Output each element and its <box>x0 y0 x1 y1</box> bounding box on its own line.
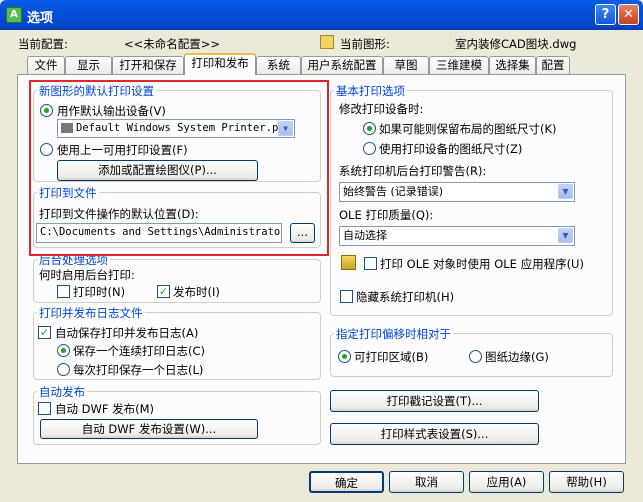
general-plot-title: 基本打印选项 <box>334 83 407 99</box>
tab-open-save[interactable]: 打开和保存 <box>112 56 184 74</box>
current-drawing-value: 室内装修CAD图块.dwg <box>455 37 577 51</box>
plot-style-settings-button[interactable]: 打印样式表设置(S)... <box>330 423 539 445</box>
auto-save-log-label: 自动保存打印并发布日志(A) <box>55 326 199 340</box>
autocad-icon: A <box>6 7 22 23</box>
browse-button[interactable]: ... <box>290 223 315 243</box>
ole-quality-value: 自动选择 <box>343 229 387 242</box>
use-last-plot-radio[interactable] <box>40 143 53 156</box>
background-publishing-checkbox[interactable]: ✓ <box>157 285 170 298</box>
paper-edge-label: 图纸边缘(G) <box>485 350 549 364</box>
hide-printers-label: 隐藏系统打印机(H) <box>356 290 455 304</box>
cancel-button[interactable]: 取消 <box>389 471 464 493</box>
auto-dwf-settings-button[interactable]: 自动 DWF 发布设置(W)... <box>40 419 258 439</box>
ole-app-checkbox[interactable] <box>364 257 377 270</box>
tab-display[interactable]: 显示 <box>65 56 112 74</box>
chevron-down-icon: ▼ <box>278 121 293 136</box>
use-device-size-radio[interactable] <box>363 142 376 155</box>
use-default-device-label: 用作默认输出设备(V) <box>57 104 166 118</box>
ole-quality-label: OLE 打印质量(Q): <box>339 208 434 222</box>
tab-drafting[interactable]: 草图 <box>383 56 429 74</box>
drawing-icon <box>320 35 334 49</box>
printer-icon <box>61 123 73 133</box>
auto-dwf-checkbox[interactable] <box>38 402 51 415</box>
continuous-log-label: 保存一个连续打印日志(C) <box>73 344 206 358</box>
tab-user-preferences[interactable]: 用户系统配置 <box>301 56 383 74</box>
tab-files[interactable]: 文件 <box>27 56 65 74</box>
auto-dwf-label: 自动 DWF 发布(M) <box>55 402 155 416</box>
plot-to-file-location-label: 打印到文件操作的默认位置(D): <box>39 207 199 221</box>
tab-system[interactable]: 系统 <box>256 56 301 74</box>
apply-button[interactable]: 应用(A) <box>469 471 544 493</box>
close-button[interactable]: ✕ <box>618 4 639 25</box>
continuous-log-radio[interactable] <box>57 344 70 357</box>
plot-to-file-title: 打印到文件 <box>37 185 99 201</box>
ole-app-label: 打印 OLE 对象时使用 OLE 应用程序(U) <box>380 257 584 271</box>
help-title-button[interactable]: ? <box>595 4 616 25</box>
ok-button[interactable]: 确定 <box>309 471 384 493</box>
ole-quality-select[interactable]: 自动选择 ▼ <box>339 226 575 246</box>
use-last-plot-label: 使用上一可用打印设置(F) <box>57 143 188 157</box>
ole-object-icon <box>341 255 356 270</box>
current-profile-value: <<未命名配置>> <box>124 37 221 51</box>
title-bar[interactable] <box>0 0 643 30</box>
spooler-alert-value: 始终警告 (记录错误) <box>343 185 444 198</box>
keep-layout-size-label: 如果可能则保留布局的图纸尺寸(K) <box>379 122 557 136</box>
tab-profiles[interactable]: 配置 <box>536 56 570 74</box>
plot-stamp-settings-button[interactable]: 打印戳记设置(T)... <box>330 390 539 412</box>
background-title: 后台处理选项 <box>37 252 110 268</box>
output-device-value: Default Windows System Printer.pc3 <box>76 122 291 134</box>
change-device-label: 修改打印设备时: <box>339 102 424 116</box>
tab-3d-modeling[interactable]: 三维建模 <box>429 56 489 74</box>
per-plot-log-radio[interactable] <box>57 363 70 376</box>
hide-printers-checkbox[interactable] <box>340 290 353 303</box>
spooler-alert-label: 系统打印机后台打印警告(R): <box>339 164 487 178</box>
default-plot-title: 新图形的默认打印设置 <box>37 83 156 99</box>
use-device-size-label: 使用打印设备的图纸尺寸(Z) <box>379 142 523 156</box>
background-plotting-checkbox[interactable] <box>57 285 70 298</box>
printable-area-label: 可打印区域(B) <box>354 350 429 364</box>
plot-to-file-location-input[interactable]: C:\Documents and Settings\Administrator\ <box>36 223 282 243</box>
chevron-down-icon: ▼ <box>558 184 573 199</box>
chevron-down-icon: ▼ <box>558 228 573 243</box>
background-when-label: 何时启用后台打印: <box>39 268 135 282</box>
keep-layout-size-radio[interactable] <box>363 122 376 135</box>
help-button[interactable]: 帮助(H) <box>549 471 624 493</box>
use-default-device-radio[interactable] <box>40 104 53 117</box>
tab-selection[interactable]: 选择集 <box>489 56 536 74</box>
output-device-select[interactable]: Default Windows System Printer.pc3 ▼ <box>57 119 295 138</box>
auto-publish-title: 自动发布 <box>37 384 87 400</box>
plot-offset-title: 指定打印偏移时相对于 <box>334 326 453 342</box>
background-plotting-label: 打印时(N) <box>73 285 126 299</box>
auto-save-log-checkbox[interactable]: ✓ <box>38 326 51 339</box>
paper-edge-radio[interactable] <box>469 350 482 363</box>
log-title: 打印并发布日志文件 <box>37 305 145 321</box>
printable-area-radio[interactable] <box>338 350 351 363</box>
spooler-alert-select[interactable]: 始终警告 (记录错误) ▼ <box>339 182 575 202</box>
window-title: 选项 <box>27 11 54 26</box>
current-profile-label: 当前配置: <box>18 37 68 51</box>
per-plot-log-label: 每次打印保存一个日志(L) <box>73 363 204 377</box>
add-plotter-button[interactable]: 添加或配置绘图仪(P)... <box>57 160 258 181</box>
tab-plot-publish[interactable]: 打印和发布 <box>184 53 256 75</box>
current-drawing-label: 当前图形: <box>340 37 390 51</box>
background-publishing-label: 发布时(I) <box>173 285 220 299</box>
